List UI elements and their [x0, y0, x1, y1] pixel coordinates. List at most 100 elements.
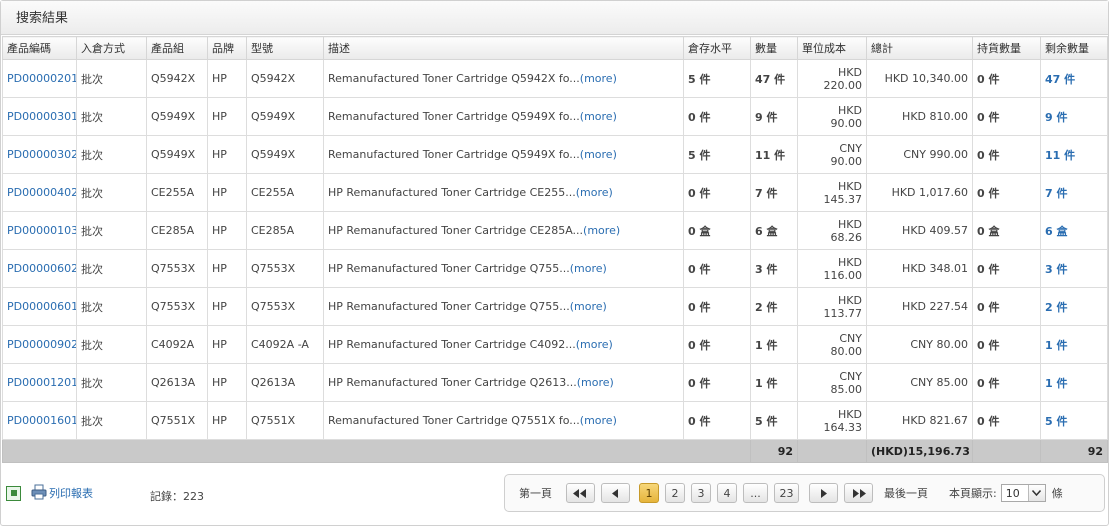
remaining-quantity[interactable]: 1 件	[1045, 339, 1067, 352]
page-button[interactable]: 4	[717, 483, 737, 503]
page-number-buttons: 1 2 3 4... 23	[633, 483, 799, 503]
remaining-quantity[interactable]: 5 件	[1045, 415, 1067, 428]
product-code-link[interactable]: PD00001601	[7, 414, 76, 427]
brand-cell: HP	[207, 287, 247, 326]
column-header[interactable]: 倉存水平	[683, 36, 751, 60]
per-page-select[interactable]: 10	[1000, 484, 1046, 502]
product-code-link-cell: PD00000301	[2, 97, 77, 136]
more-link[interactable]: (more)	[570, 262, 607, 275]
stock-level: 5 件	[688, 148, 711, 162]
held-quantity-cell: 0 件	[972, 363, 1041, 402]
unit-cost-cell: CNY 90.00	[797, 135, 867, 174]
description: Remanufactured Toner Cartridge Q5942X fo…	[328, 72, 580, 85]
right-arrow-icon	[821, 488, 827, 498]
page-button[interactable]: 1	[639, 483, 659, 503]
inbound-method: 批次	[81, 300, 103, 314]
brand-cell: HP	[207, 211, 247, 250]
product-code-link-cell: PD00000302	[2, 135, 77, 174]
held-quantity: 0 件	[977, 300, 1000, 314]
remaining-quantity-cell: 3 件	[1040, 249, 1108, 288]
more-link[interactable]: (more)	[583, 224, 620, 237]
more-link[interactable]: (more)	[577, 376, 614, 389]
stock-level-cell: 5 件	[683, 135, 751, 174]
more-link[interactable]: (more)	[580, 414, 617, 427]
column-header[interactable]: 品牌	[207, 36, 247, 60]
column-header[interactable]: 單位成本	[797, 36, 867, 60]
page-button[interactable]: 3	[691, 483, 711, 503]
print-report-link[interactable]: 列印報表	[49, 485, 93, 501]
more-link[interactable]: (more)	[580, 148, 617, 161]
column-header[interactable]: 持貨數量	[972, 36, 1041, 60]
brand-cell: HP	[207, 325, 247, 364]
page-button[interactable]: 23	[774, 483, 799, 503]
inbound-method-cell: 批次	[76, 59, 147, 98]
column-header[interactable]: 剩余數量	[1040, 36, 1108, 60]
product-code-link[interactable]: PD00000402	[7, 186, 76, 199]
prev-page-button[interactable]	[601, 483, 630, 503]
more-link[interactable]: (more)	[570, 300, 607, 313]
brand-cell: HP	[207, 363, 247, 402]
column-header[interactable]: 描述	[323, 36, 684, 60]
column-header[interactable]: 數量	[750, 36, 798, 60]
more-link[interactable]: (more)	[576, 186, 613, 199]
page-ellipsis-button[interactable]: ...	[743, 483, 768, 503]
row-total: HKD 10,340.00	[884, 72, 968, 85]
more-link[interactable]: (more)	[576, 338, 613, 351]
product-code-link[interactable]: PD00001201	[7, 376, 76, 389]
description-cell: HP Remanufactured Toner Cartridge CE255.…	[323, 173, 684, 212]
remaining-quantity[interactable]: 11 件	[1045, 149, 1075, 162]
column-header[interactable]: 入倉方式	[76, 36, 147, 60]
quantity: 9 件	[755, 110, 778, 124]
export-excel-icon[interactable]	[6, 485, 21, 501]
table-row: PD00000201 批次 Q5942X HP Q5942X Remanufactured…	[2, 59, 1108, 98]
first-page-label[interactable]: 第一頁	[519, 485, 552, 501]
column-header[interactable]: 產品組	[146, 36, 208, 60]
remaining-quantity-cell: 9 件	[1040, 97, 1108, 136]
more-link[interactable]: (more)	[580, 72, 617, 85]
last-page-button[interactable]	[844, 483, 873, 503]
product-code-link[interactable]: PD00000201	[7, 72, 76, 85]
product-group-cell: Q5949X	[146, 135, 208, 174]
totals-spacer	[2, 439, 751, 463]
model: Q5949X	[251, 110, 296, 123]
inbound-method: 批次	[81, 72, 103, 86]
quantity: 47 件	[755, 72, 786, 86]
model-cell: CE255A	[246, 173, 324, 212]
product-group: Q5942X	[151, 72, 196, 85]
last-page-label[interactable]: 最後一頁	[884, 485, 928, 501]
description-cell: Remanufactured Toner Cartridge Q5949X fo…	[323, 135, 684, 174]
unit-cost-cell: HKD 113.77	[797, 287, 867, 326]
remaining-quantity[interactable]: 2 件	[1045, 301, 1067, 314]
remaining-quantity[interactable]: 6 盒	[1045, 225, 1067, 238]
remaining-quantity[interactable]: 3 件	[1045, 263, 1067, 276]
product-code-link[interactable]: PD00000103	[7, 224, 76, 237]
held-quantity: 0 件	[977, 148, 1000, 162]
product-code-link[interactable]: PD00000301	[7, 110, 76, 123]
more-link[interactable]: (more)	[580, 110, 617, 123]
remaining-quantity[interactable]: 9 件	[1045, 111, 1067, 124]
column-header[interactable]: 產品編碼	[2, 36, 77, 60]
page-button[interactable]: 2	[665, 483, 685, 503]
description-cell: HP Remanufactured Toner Cartridge Q2613.…	[323, 363, 684, 402]
row-total-cell: CNY 85.00	[866, 363, 973, 402]
unit-cost-currency: CNY	[839, 369, 862, 383]
quantity-cell: 2 件	[750, 287, 798, 326]
brand-cell: HP	[207, 135, 247, 174]
product-code-link[interactable]: PD00000302	[7, 148, 76, 161]
product-group-cell: Q5942X	[146, 59, 208, 98]
remaining-quantity[interactable]: 7 件	[1045, 187, 1067, 200]
next-page-button[interactable]	[809, 483, 838, 503]
print-icon[interactable]	[31, 484, 49, 503]
brand: HP	[212, 72, 227, 85]
per-page-label: 本頁顯示:	[949, 487, 997, 500]
product-code-link[interactable]: PD00000902	[7, 338, 76, 351]
product-group-cell: Q2613A	[146, 363, 208, 402]
remaining-quantity[interactable]: 1 件	[1045, 377, 1067, 390]
column-header[interactable]: 總計	[866, 36, 973, 60]
column-header[interactable]: 型號	[246, 36, 324, 60]
remaining-quantity[interactable]: 47 件	[1045, 73, 1075, 86]
product-code-link[interactable]: PD00000601	[7, 300, 76, 313]
stock-level: 0 件	[688, 338, 711, 352]
product-code-link[interactable]: PD00000602	[7, 262, 76, 275]
first-page-button[interactable]	[566, 483, 595, 503]
